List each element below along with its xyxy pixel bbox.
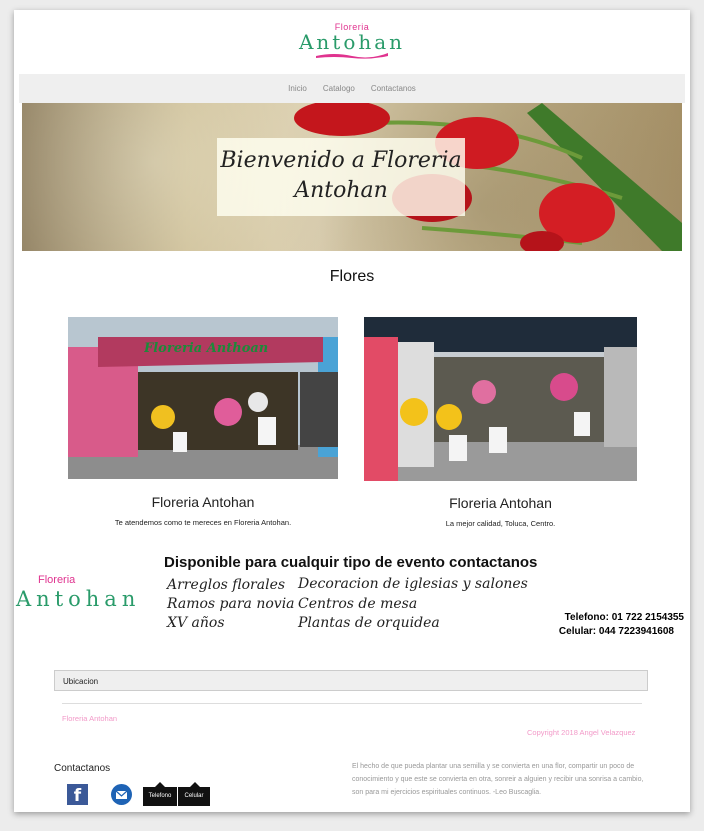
copyright: Copyright 2018 Angel Velazquez [527,728,636,737]
section-title: Flores [329,268,375,285]
promo-item: XV años [167,615,225,631]
hero-line-1: Bienvenido a Floreria [220,148,462,173]
hero-banner: Bienvenido a Floreria Antohan [22,103,682,251]
promo-item: Centros de mesa [298,596,418,612]
shop-photo-2 [364,317,637,481]
promo-item: Plantas de orquidea [298,615,440,631]
promo-item: Ramos para novia [167,596,295,612]
promo-logo-small: Floreria [38,574,76,586]
logo[interactable]: Floreria Antohan [14,22,690,52]
nav-inicio[interactable]: Inicio [288,84,307,93]
shop-sign: Floreria Anthoan [144,341,269,356]
celular-tooltip[interactable]: Celular [178,782,210,806]
card-1-title: Floreria Antohan [151,494,255,510]
card-2-title: Floreria Antohan [449,495,552,511]
hero-line-2: Antohan [294,178,388,203]
page: Floreria Antohan Inicio Catalogo Contact… [14,10,690,812]
quote: El hecho de que pueda plantar una semill… [352,763,644,796]
mail-icon[interactable] [111,784,132,805]
nav-contactanos[interactable]: Contactanos [371,84,416,93]
hero-caption: Bienvenido a Floreria Antohan [217,138,465,216]
card-1-subtitle: Te atendemos como te mereces en Floreria… [114,518,292,527]
footer-brand[interactable]: Floreria Antohan [62,714,117,723]
divider [62,703,642,704]
phone-number: Telefono: 01 722 2154355 [564,612,684,623]
promo-item: Decoracion de iglesias y salones [298,576,528,592]
logo-swoosh-icon [316,53,388,59]
facebook-icon[interactable]: f [67,784,88,806]
promo-item: Arreglos florales [167,577,286,593]
cell-number: Celular: 044 7223941608 [558,626,674,637]
telefono-tooltip[interactable]: Telefono [143,782,177,806]
contact-title: Contactanos [54,763,111,774]
card-2-subtitle: La mejor calidad, Toluca, Centro. [445,519,556,528]
navbar: Inicio Catalogo Contactanos [19,74,685,103]
promo-title: Disponible para cualquir tipo de evento … [164,554,538,571]
location-accordion[interactable]: Ubicacion [54,670,648,691]
nav-catalogo[interactable]: Catalogo [323,84,355,93]
promo-logo-big: Antohan [16,587,141,611]
logo-big-text: Antohan [298,30,406,54]
